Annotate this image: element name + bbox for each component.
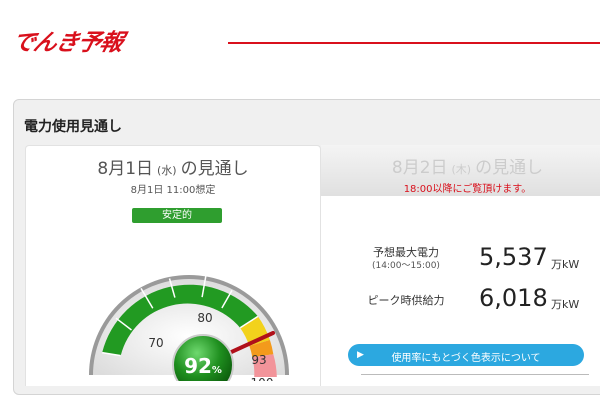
tomorrow-date: 8月2日 bbox=[391, 158, 448, 178]
tomorrow-title: 8月2日 (木) の見通し bbox=[321, 153, 600, 178]
peak-supply-unit: 万kW bbox=[551, 298, 580, 311]
tick-label-93: 93 bbox=[251, 353, 266, 367]
peak-supply-row: ピーク時供給力 6,018 万kW bbox=[361, 284, 581, 314]
header-rule bbox=[228, 42, 600, 44]
tomorrow-suffix: の見通し bbox=[475, 158, 544, 178]
today-date: 8月1日 bbox=[97, 159, 154, 179]
peak-demand-row: 予想最大電力 (14:00〜15:00) 5,537 万kW bbox=[361, 243, 581, 274]
peak-demand-time: (14:00〜15:00) bbox=[372, 261, 440, 271]
usage-value: 92 bbox=[184, 354, 212, 378]
today-tab[interactable]: 8月1日 (水) の見通し 8月1日 11:00想定 安定的 70 80 93 … bbox=[25, 145, 321, 386]
usage-gauge: 70 80 93 100 92% bbox=[89, 274, 289, 381]
info-button-label: 使用率にもとづく色表示について bbox=[391, 353, 541, 364]
color-legend-info-button[interactable]: ▶ 使用率にもとづく色表示について bbox=[348, 344, 584, 366]
metric-divider bbox=[361, 374, 589, 375]
tick-label-70: 70 bbox=[148, 336, 163, 350]
denki-yoho-logo[interactable]: でんき予報 bbox=[8, 29, 238, 56]
today-title: 8月1日 (水) の見通し bbox=[26, 154, 320, 179]
peak-supply-value: 6,018 bbox=[479, 284, 548, 312]
tick-label-100: 100 bbox=[251, 376, 274, 381]
peak-demand-unit: 万kW bbox=[551, 258, 580, 271]
peak-demand-value: 5,537 bbox=[479, 243, 548, 271]
usage-unit: % bbox=[212, 365, 222, 376]
panel-title: 電力使用見通し bbox=[24, 119, 122, 135]
tick-label-80: 80 bbox=[197, 311, 212, 325]
assumed-time: 8月1日 11:00想定 bbox=[130, 185, 216, 196]
today-weekday: (水) bbox=[157, 164, 177, 177]
tomorrow-note: 18:00以降にご覧頂けます。 bbox=[403, 184, 532, 195]
logo-text: でんき予報 bbox=[8, 29, 126, 56]
peak-supply-label: ピーク時供給力 bbox=[367, 294, 445, 307]
status-badge: 安定的 bbox=[132, 208, 222, 223]
today-suffix: の見通し bbox=[180, 159, 249, 179]
tomorrow-tab[interactable]: 8月2日 (木) の見通し 18:00以降にご覧頂けます。 bbox=[321, 145, 600, 196]
tomorrow-weekday: (木) bbox=[451, 163, 472, 176]
power-outlook-panel: 電力使用見通し 8月1日 (水) の見通し 8月1日 11:00想定 安定的 7… bbox=[13, 99, 600, 395]
